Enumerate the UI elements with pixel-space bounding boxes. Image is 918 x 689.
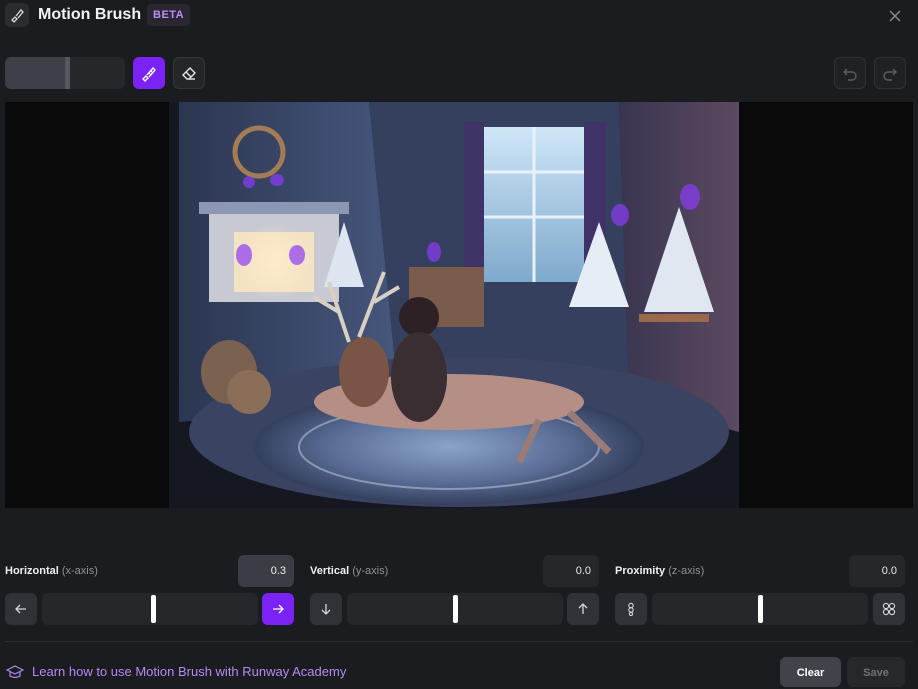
arrow-right-icon [273, 604, 284, 614]
proximity-axis-hint: (z-axis) [668, 565, 705, 577]
undo-button[interactable] [834, 57, 866, 89]
arrow-up-icon [578, 603, 588, 614]
vertical-slider[interactable] [347, 593, 563, 625]
save-button[interactable]: Save [847, 657, 905, 687]
horizontal-slider-thumb[interactable] [150, 595, 156, 623]
horizontal-label: Horizontal (x-axis) [5, 565, 98, 577]
eraser-icon [182, 67, 196, 80]
vertical-value-input[interactable]: 0.0 [543, 555, 599, 587]
horizontal-value-input[interactable]: 0.3 [238, 555, 294, 587]
move-down-button[interactable] [310, 593, 342, 625]
clear-button[interactable]: Clear [780, 657, 841, 687]
proximity-label-text: Proximity [615, 565, 666, 577]
redo-icon [883, 68, 897, 81]
motion-brush-canvas[interactable] [5, 102, 913, 508]
vertical-label-text: Vertical [310, 565, 350, 577]
vertical-axis-hint: (y-axis) [352, 565, 389, 577]
horizontal-slider[interactable] [42, 593, 258, 625]
undo-icon [843, 68, 857, 81]
close-icon [889, 10, 901, 22]
proximity-near-icon [628, 602, 634, 616]
close-button[interactable] [884, 5, 906, 27]
proximity-label: Proximity (z-axis) [615, 565, 704, 577]
brush-size-fill [5, 57, 65, 89]
proximity-value-input[interactable]: 0.0 [849, 555, 905, 587]
brush-tool-button[interactable] [133, 57, 165, 89]
horizontal-axis-hint: (x-axis) [61, 565, 98, 577]
proximity-slider[interactable] [652, 593, 868, 625]
vertical-label: Vertical (y-axis) [310, 565, 388, 577]
proximity-closer-button[interactable] [615, 593, 647, 625]
move-right-button[interactable] [262, 593, 294, 625]
proximity-farther-button[interactable] [873, 593, 905, 625]
footer-divider [5, 641, 913, 642]
page-title: Motion Brush [38, 6, 142, 23]
brush-size-slider[interactable] [5, 57, 125, 89]
horizontal-label-text: Horizontal [5, 565, 59, 577]
motion-brush-app-icon [5, 3, 29, 27]
brush-size-handle[interactable] [65, 57, 70, 89]
proximity-far-icon [882, 602, 896, 616]
proximity-slider-thumb[interactable] [757, 595, 763, 623]
arrow-left-icon [15, 604, 26, 614]
redo-button[interactable] [874, 57, 906, 89]
vertical-slider-thumb[interactable] [452, 595, 458, 623]
brush-icon [11, 9, 24, 23]
brush-icon [142, 66, 156, 82]
move-up-button[interactable] [567, 593, 599, 625]
beta-badge: BETA [147, 4, 191, 26]
graduation-cap-icon [6, 664, 24, 678]
academy-link[interactable]: Learn how to use Motion Brush with Runwa… [6, 664, 346, 679]
scene-image [169, 102, 739, 508]
arrow-down-icon [321, 604, 331, 615]
move-left-button[interactable] [5, 593, 37, 625]
eraser-tool-button[interactable] [173, 57, 205, 89]
academy-link-text[interactable]: Learn how to use Motion Brush with Runwa… [32, 664, 346, 679]
